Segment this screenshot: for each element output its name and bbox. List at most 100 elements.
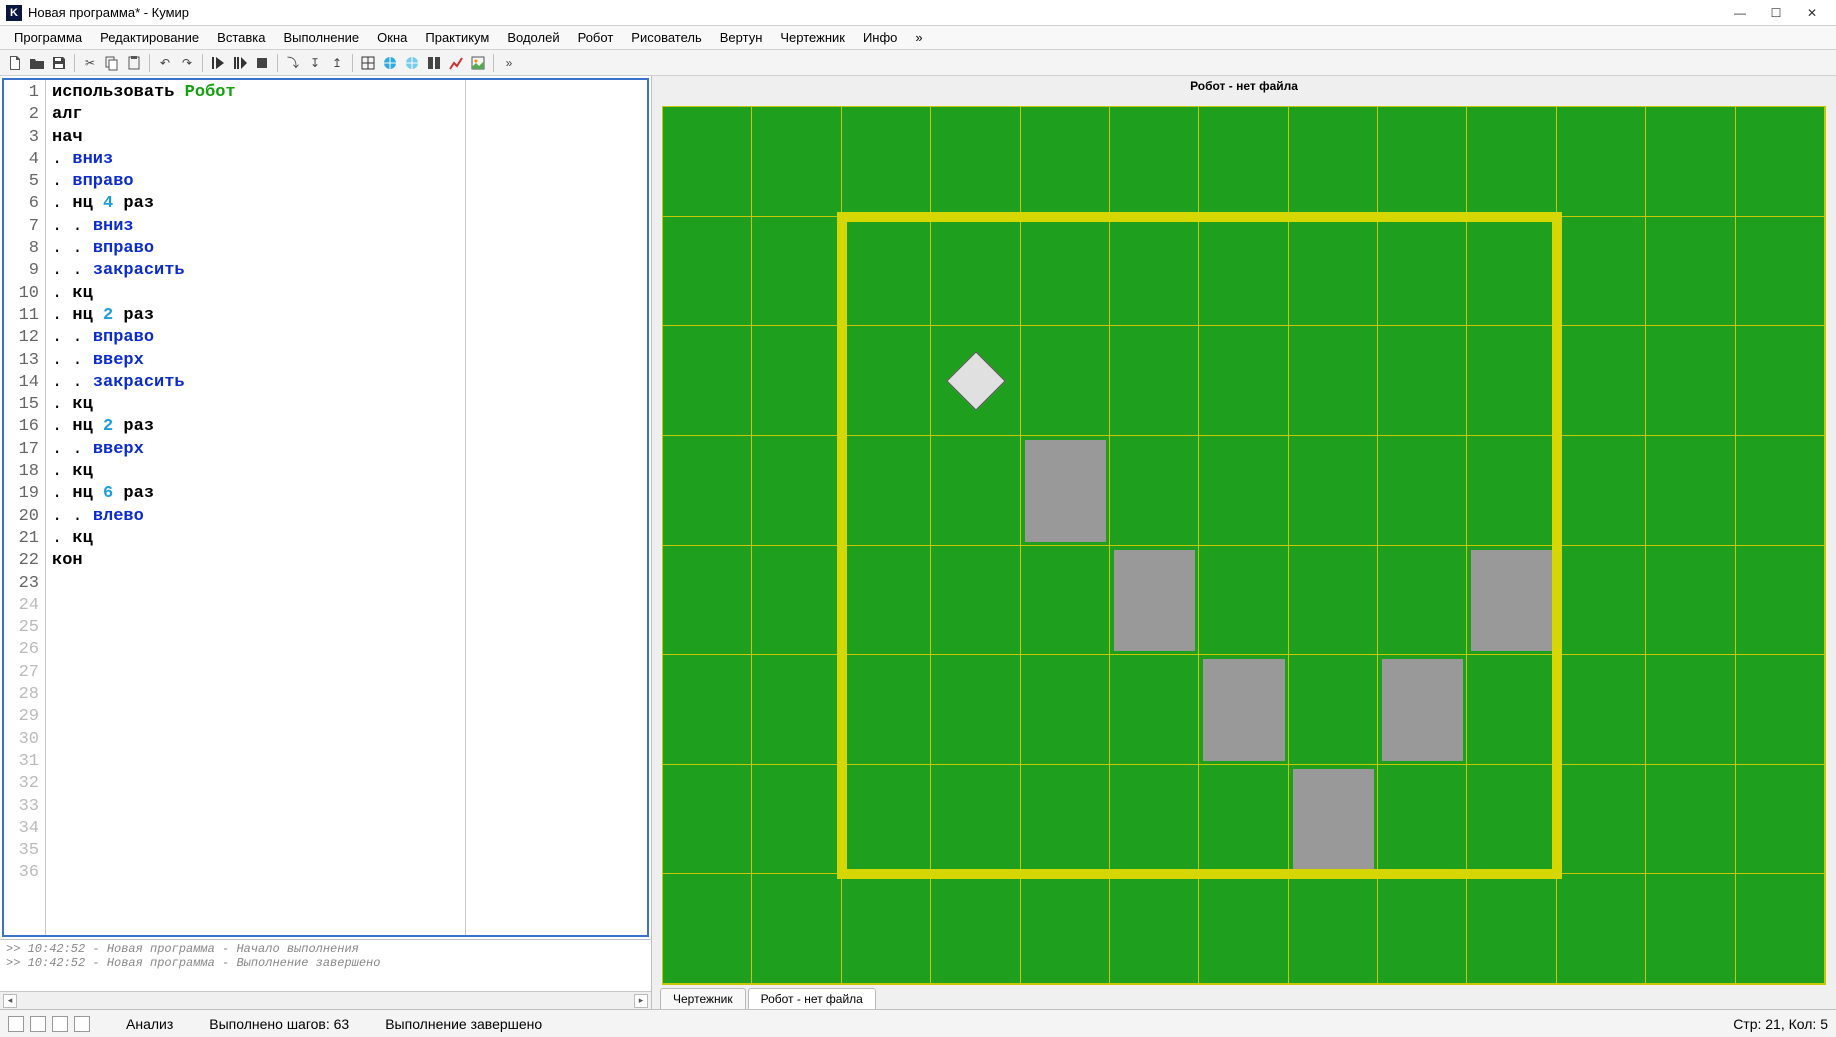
menubar: ПрограммаРедактированиеВставкаВыполнение…: [0, 26, 1836, 50]
paste-icon[interactable]: [123, 52, 145, 74]
status-icon-2[interactable]: [30, 1016, 46, 1032]
grid-cell: [663, 765, 752, 875]
status-icon-1[interactable]: [8, 1016, 24, 1032]
grid-cell: [842, 326, 931, 436]
grid-cell: [663, 546, 752, 656]
painted-cell: [1114, 550, 1195, 652]
code-line-2[interactable]: алг: [52, 104, 461, 126]
new-file-icon[interactable]: [4, 52, 26, 74]
tab-1[interactable]: Робот - нет файла: [748, 988, 876, 1009]
copy-icon[interactable]: [101, 52, 123, 74]
picture-icon[interactable]: [467, 52, 489, 74]
menu-11[interactable]: Инфо: [855, 27, 905, 48]
toolbar-more-icon[interactable]: »: [498, 52, 520, 74]
editor-pane: 1234567891011121314151617181920212223242…: [0, 76, 652, 1009]
menu-4[interactable]: Окна: [369, 27, 415, 48]
menu-8[interactable]: Рисователь: [623, 27, 709, 48]
code-line-1[interactable]: использовать Робот: [52, 82, 461, 104]
scroll-left-icon[interactable]: ◂: [3, 994, 17, 1008]
code-line-14[interactable]: . . закрасить: [52, 372, 461, 394]
code-editor[interactable]: 1234567891011121314151617181920212223242…: [2, 78, 649, 937]
menu-1[interactable]: Редактирование: [92, 27, 207, 48]
step-into-icon[interactable]: ↧: [304, 52, 326, 74]
stop-icon[interactable]: [251, 52, 273, 74]
save-file-icon[interactable]: [48, 52, 70, 74]
toggle-grid-icon[interactable]: [357, 52, 379, 74]
menu-9[interactable]: Вертун: [712, 27, 771, 48]
code-line-3[interactable]: нач: [52, 127, 461, 149]
status-cursor: Стр: 21, Кол: 5: [1733, 1016, 1828, 1032]
grid-cell: [1199, 436, 1288, 546]
code-line-19[interactable]: . нц 6 раз: [52, 483, 461, 505]
open-file-icon[interactable]: [26, 52, 48, 74]
maximize-button[interactable]: ☐: [1758, 3, 1794, 23]
menu-0[interactable]: Программа: [6, 27, 90, 48]
status-icon-4[interactable]: [74, 1016, 90, 1032]
run-step-icon[interactable]: [229, 52, 251, 74]
code-line-15[interactable]: . кц: [52, 394, 461, 416]
code-body[interactable]: использовать Роботалгнач. вниз. вправо. …: [46, 80, 465, 935]
grid-cell: [1289, 326, 1378, 436]
step-over-icon[interactable]: ⤵: [282, 52, 304, 74]
code-line-21[interactable]: . кц: [52, 528, 461, 550]
horizontal-scrollbar[interactable]: ◂ ▸: [0, 991, 651, 1009]
grid-cell: [752, 326, 841, 436]
grid-cell: [1378, 217, 1467, 327]
code-line-10[interactable]: . кц: [52, 283, 461, 305]
code-line-9[interactable]: . . закрасить: [52, 260, 461, 282]
line-gutter: 1234567891011121314151617181920212223242…: [4, 80, 46, 935]
grid-cell: [1199, 874, 1288, 984]
menu-6[interactable]: Водолей: [499, 27, 567, 48]
globe1-icon[interactable]: [379, 52, 401, 74]
code-line-6[interactable]: . нц 4 раз: [52, 193, 461, 215]
code-line-17[interactable]: . . вверх: [52, 439, 461, 461]
redo-icon[interactable]: ↷: [176, 52, 198, 74]
grid-cell: [1736, 874, 1825, 984]
menu-3[interactable]: Выполнение: [275, 27, 367, 48]
grid-cell: [1378, 326, 1467, 436]
code-line-23[interactable]: [52, 573, 461, 595]
menu-10[interactable]: Чертежник: [772, 27, 853, 48]
grid-cell: [1646, 107, 1735, 217]
menu-5[interactable]: Практикум: [417, 27, 497, 48]
grid-cell: [1736, 546, 1825, 656]
grid-cell: [1467, 765, 1556, 875]
status-icon-3[interactable]: [52, 1016, 68, 1032]
step-out-icon[interactable]: ↥: [326, 52, 348, 74]
code-line-13[interactable]: . . вверх: [52, 350, 461, 372]
debug-pane: [465, 80, 647, 935]
panel-icon[interactable]: [423, 52, 445, 74]
minimize-button[interactable]: —: [1722, 3, 1758, 23]
grid-cell: [663, 436, 752, 546]
code-line-16[interactable]: . нц 2 раз: [52, 416, 461, 438]
code-line-12[interactable]: . . вправо: [52, 327, 461, 349]
grid-cell: [1021, 546, 1110, 656]
menu-12[interactable]: »: [907, 27, 930, 48]
robot-field[interactable]: [662, 106, 1826, 985]
close-button[interactable]: ✕: [1794, 3, 1830, 23]
code-line-8[interactable]: . . вправо: [52, 238, 461, 260]
grid-cell: [1736, 326, 1825, 436]
chart-icon[interactable]: [445, 52, 467, 74]
grid-cell: [1736, 655, 1825, 765]
cut-icon[interactable]: ✂: [79, 52, 101, 74]
menu-7[interactable]: Робот: [570, 27, 622, 48]
menu-2[interactable]: Вставка: [209, 27, 273, 48]
code-line-20[interactable]: . . влево: [52, 506, 461, 528]
code-line-11[interactable]: . нц 2 раз: [52, 305, 461, 327]
grid-cell: [1557, 765, 1646, 875]
code-line-22[interactable]: кон: [52, 550, 461, 572]
run-icon[interactable]: [207, 52, 229, 74]
code-line-4[interactable]: . вниз: [52, 149, 461, 171]
code-line-5[interactable]: . вправо: [52, 171, 461, 193]
scroll-right-icon[interactable]: ▸: [634, 994, 648, 1008]
undo-icon[interactable]: ↶: [154, 52, 176, 74]
code-line-7[interactable]: . . вниз: [52, 216, 461, 238]
globe2-icon[interactable]: [401, 52, 423, 74]
code-line-18[interactable]: . кц: [52, 461, 461, 483]
tab-0[interactable]: Чертежник: [660, 988, 746, 1009]
grid-cell: [931, 436, 1020, 546]
grid-cell: [842, 765, 931, 875]
grid-cell: [1289, 874, 1378, 984]
grid-cell: [1289, 546, 1378, 656]
